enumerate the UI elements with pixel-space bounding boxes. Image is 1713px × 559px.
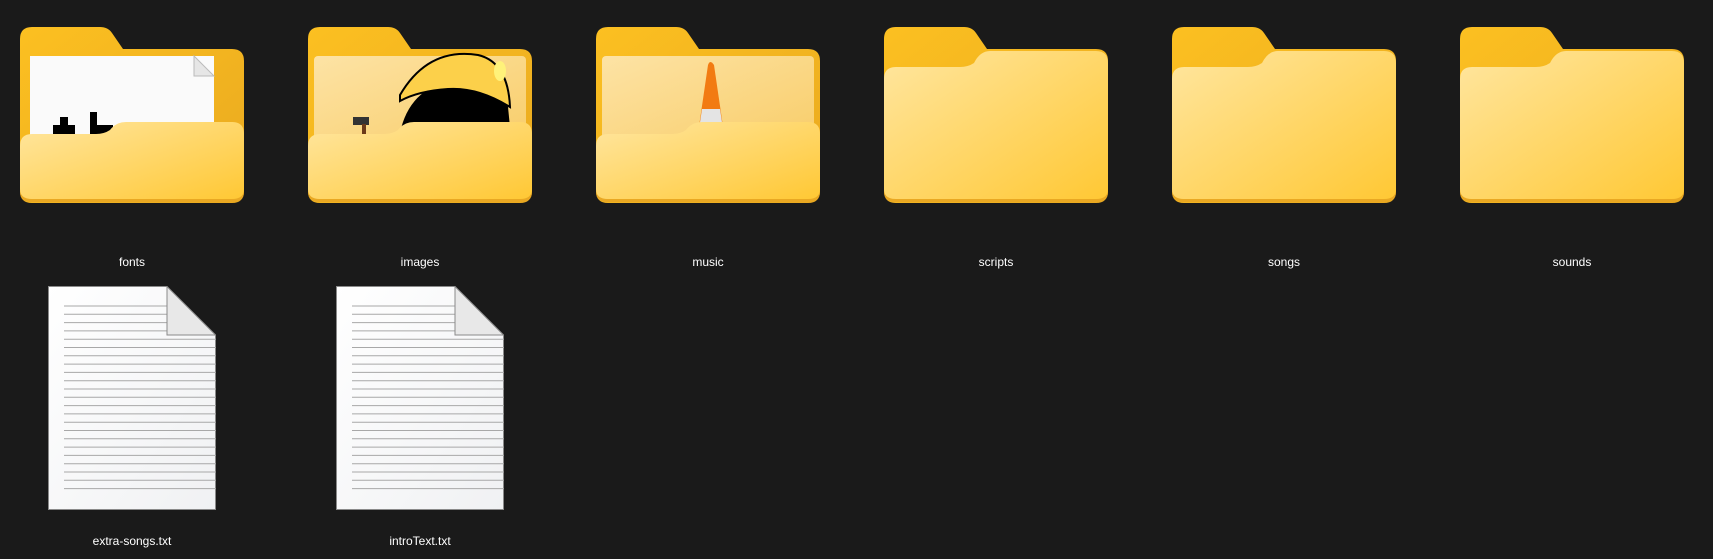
folder-item-music[interactable]: music: [576, 27, 840, 269]
folder-item-fonts[interactable]: fonts: [0, 27, 264, 269]
text-file-icon: [48, 286, 216, 510]
item-label: songs: [1267, 255, 1301, 269]
file-item-introText.txt[interactable]: introText.txt: [288, 286, 552, 548]
item-label: music: [692, 255, 724, 269]
item-label: scripts: [978, 255, 1014, 269]
folder-icon: [308, 27, 532, 203]
folder-icon: [1460, 27, 1684, 203]
item-label: images: [400, 255, 440, 269]
item-label: introText.txt: [389, 534, 451, 548]
folder-icon: [1172, 27, 1396, 203]
item-label: extra-songs.txt: [92, 534, 172, 548]
folder-item-images[interactable]: images: [288, 27, 552, 269]
text-file-icon: [336, 286, 504, 510]
folder-icon: [596, 27, 820, 203]
folder-icon: [20, 27, 244, 203]
item-label: fonts: [118, 255, 145, 269]
item-label: sounds: [1552, 255, 1592, 269]
folder-item-sounds[interactable]: sounds: [1440, 27, 1704, 269]
folder-icon: [884, 27, 1108, 203]
folder-item-scripts[interactable]: scripts: [864, 27, 1128, 269]
file-item-extra-songs.txt[interactable]: extra-songs.txt: [0, 286, 264, 548]
folder-item-songs[interactable]: songs: [1152, 27, 1416, 269]
